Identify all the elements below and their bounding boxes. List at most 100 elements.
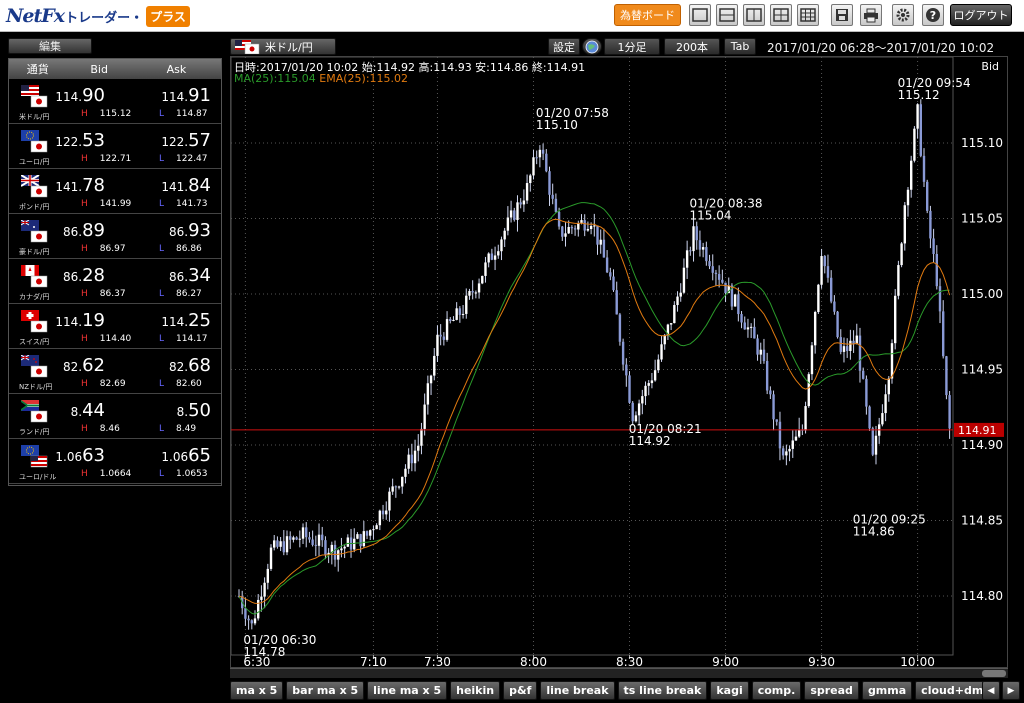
candle-body bbox=[583, 220, 586, 231]
indicator-tab[interactable]: comp. bbox=[751, 681, 802, 700]
bid-price[interactable]: 122.53 bbox=[55, 130, 105, 151]
gb-jp-flag-icon bbox=[21, 175, 48, 198]
bid-price[interactable]: 114.19 bbox=[55, 310, 105, 331]
za-jp-flag-icon bbox=[21, 400, 48, 423]
ask-price[interactable]: 122.57 bbox=[161, 130, 211, 151]
candle-body bbox=[788, 448, 791, 452]
price-chart[interactable]: 115.10 115.05 115.00 114.95 114.90 114.85 114.… bbox=[230, 56, 1009, 669]
candle-body bbox=[759, 349, 762, 355]
ask-price[interactable]: 82.68 bbox=[169, 355, 211, 376]
candle-body bbox=[724, 282, 727, 294]
indicator-tab[interactable]: ma x 5 bbox=[230, 681, 284, 700]
tabs-next-button[interactable]: ▶ bbox=[1002, 681, 1020, 700]
candle-body bbox=[282, 541, 286, 553]
candle-body bbox=[618, 314, 622, 342]
bid-price[interactable]: 82.62 bbox=[63, 355, 105, 376]
bid-price-pips: 62 bbox=[82, 355, 105, 376]
ask-price-pips: 68 bbox=[188, 355, 211, 376]
ask-price[interactable]: 1.0665 bbox=[161, 445, 211, 466]
ask-price-pips: 57 bbox=[188, 130, 211, 151]
layout-grid-button[interactable] bbox=[770, 4, 792, 26]
ask-price[interactable]: 114.91 bbox=[161, 85, 211, 106]
ask-price[interactable]: 86.93 bbox=[169, 220, 211, 241]
high-label: H bbox=[81, 109, 88, 119]
chart-scrollbar[interactable] bbox=[230, 668, 1008, 678]
rate-row[interactable]: 豪ドル/円 86.89 86.93 H 86.97 L 86.86 bbox=[9, 214, 221, 259]
candle-body bbox=[359, 534, 362, 547]
candle-body bbox=[564, 233, 567, 237]
candle-body bbox=[769, 390, 772, 395]
candle-body bbox=[490, 253, 494, 260]
pair-selector[interactable]: 米ドル/円 bbox=[230, 38, 336, 55]
rate-row[interactable]: カナダ/円 86.28 86.34 H 86.37 L 86.27 bbox=[9, 259, 221, 304]
print-button[interactable] bbox=[860, 4, 882, 26]
candle-body bbox=[317, 534, 321, 546]
indicator-tab[interactable]: ts line break bbox=[617, 681, 708, 700]
candle-body bbox=[641, 396, 644, 404]
rate-row[interactable]: ランド/円 8.44 8.50 H 8.46 L 8.49 bbox=[9, 394, 221, 439]
ask-price[interactable]: 114.25 bbox=[161, 310, 211, 331]
candle-body bbox=[420, 428, 423, 446]
logout-button[interactable]: ログアウト bbox=[950, 4, 1012, 26]
candle-body bbox=[753, 326, 756, 339]
indicator-tab[interactable]: bar ma x 5 bbox=[286, 681, 365, 700]
y-tick-label: 115.00 bbox=[961, 287, 1003, 301]
layout-horizontal-button[interactable] bbox=[716, 4, 738, 26]
indicator-tab[interactable]: line ma x 5 bbox=[367, 681, 448, 700]
ask-price[interactable]: 86.34 bbox=[169, 265, 211, 286]
edit-button[interactable]: 編集 bbox=[8, 38, 92, 54]
rate-row[interactable]: ポンド/円 141.78 141.84 H 141.99 L 141.73 bbox=[9, 169, 221, 214]
layout-multi-button[interactable] bbox=[797, 4, 819, 26]
bid-price[interactable]: 114.90 bbox=[55, 85, 105, 106]
top-bar: NetFx トレーダー・ プラス 為替ボード ? ログアウト bbox=[0, 0, 1024, 32]
header-ask: Ask bbox=[166, 62, 187, 76]
globe-button[interactable] bbox=[582, 38, 602, 55]
candle-body bbox=[791, 440, 794, 449]
bid-price[interactable]: 86.89 bbox=[63, 220, 105, 241]
help-button[interactable]: ? bbox=[922, 4, 944, 26]
rate-row[interactable]: ユーロ/円 122.53 122.57 H 122.71 L 122.47 bbox=[9, 124, 221, 169]
save-button[interactable] bbox=[831, 4, 853, 26]
rate-row[interactable]: スイス/円 114.19 114.25 H 114.40 L 114.17 bbox=[9, 304, 221, 349]
annotation-price: 115.04 bbox=[690, 209, 732, 223]
tab-button[interactable]: Tab bbox=[724, 38, 756, 55]
au-jp-flag-icon bbox=[21, 220, 48, 243]
tabs-prev-button[interactable]: ◀ bbox=[982, 681, 1000, 700]
settings-button[interactable] bbox=[892, 4, 914, 26]
us-jp-flag-icon bbox=[21, 85, 48, 108]
indicator-tab[interactable]: line break bbox=[540, 681, 615, 700]
rate-row[interactable]: NZドル/円 82.62 82.68 H 82.69 L 82.60 bbox=[9, 349, 221, 394]
bid-price[interactable]: 141.78 bbox=[55, 175, 105, 196]
bid-price[interactable]: 1.0663 bbox=[55, 445, 105, 466]
ask-price[interactable]: 141.84 bbox=[161, 175, 211, 196]
chart-settings-button[interactable]: 設定 bbox=[548, 38, 580, 55]
rate-row[interactable]: ユーロ/ドル 1.0663 1.0665 H 1.0664 L 1.0653 bbox=[9, 439, 221, 484]
candle-body bbox=[362, 531, 366, 547]
candle-body bbox=[708, 261, 711, 267]
indicator-tab[interactable]: p&f bbox=[503, 681, 538, 700]
candle-body bbox=[429, 375, 433, 384]
ask-price[interactable]: 8.50 bbox=[177, 400, 211, 421]
layout-vertical-button[interactable] bbox=[743, 4, 765, 26]
indicator-tab[interactable]: kagi bbox=[710, 681, 749, 700]
indicator-tab[interactable]: spread bbox=[804, 681, 859, 700]
indicator-tab[interactable]: gmma bbox=[861, 681, 913, 700]
candle-body bbox=[756, 338, 759, 355]
bid-price[interactable]: 8.44 bbox=[71, 400, 105, 421]
rate-board-button[interactable]: 為替ボード bbox=[614, 4, 681, 26]
interval-button[interactable]: 1分足 bbox=[604, 38, 660, 55]
indicator-tab[interactable]: heikin bbox=[450, 681, 501, 700]
low-label: L bbox=[159, 334, 165, 344]
layout-single-button[interactable] bbox=[689, 4, 711, 26]
ask-price-pips: 65 bbox=[188, 445, 211, 466]
candle-body bbox=[573, 228, 577, 230]
candle-body bbox=[628, 375, 631, 403]
chart-canvas[interactable]: 115.10 115.05 115.00 114.95 114.90 114.85 114.… bbox=[231, 57, 1009, 669]
scrollbar-thumb[interactable] bbox=[982, 670, 1006, 677]
bar-count-button[interactable]: 200本 bbox=[664, 38, 720, 55]
rate-row[interactable]: 米ドル/円 114.90 114.91 H 115.12 L 114.87 bbox=[9, 79, 221, 124]
candle-body bbox=[749, 326, 753, 328]
help-icon: ? bbox=[926, 8, 940, 22]
bid-price[interactable]: 86.28 bbox=[63, 265, 105, 286]
bid-price-pips: 63 bbox=[82, 445, 105, 466]
